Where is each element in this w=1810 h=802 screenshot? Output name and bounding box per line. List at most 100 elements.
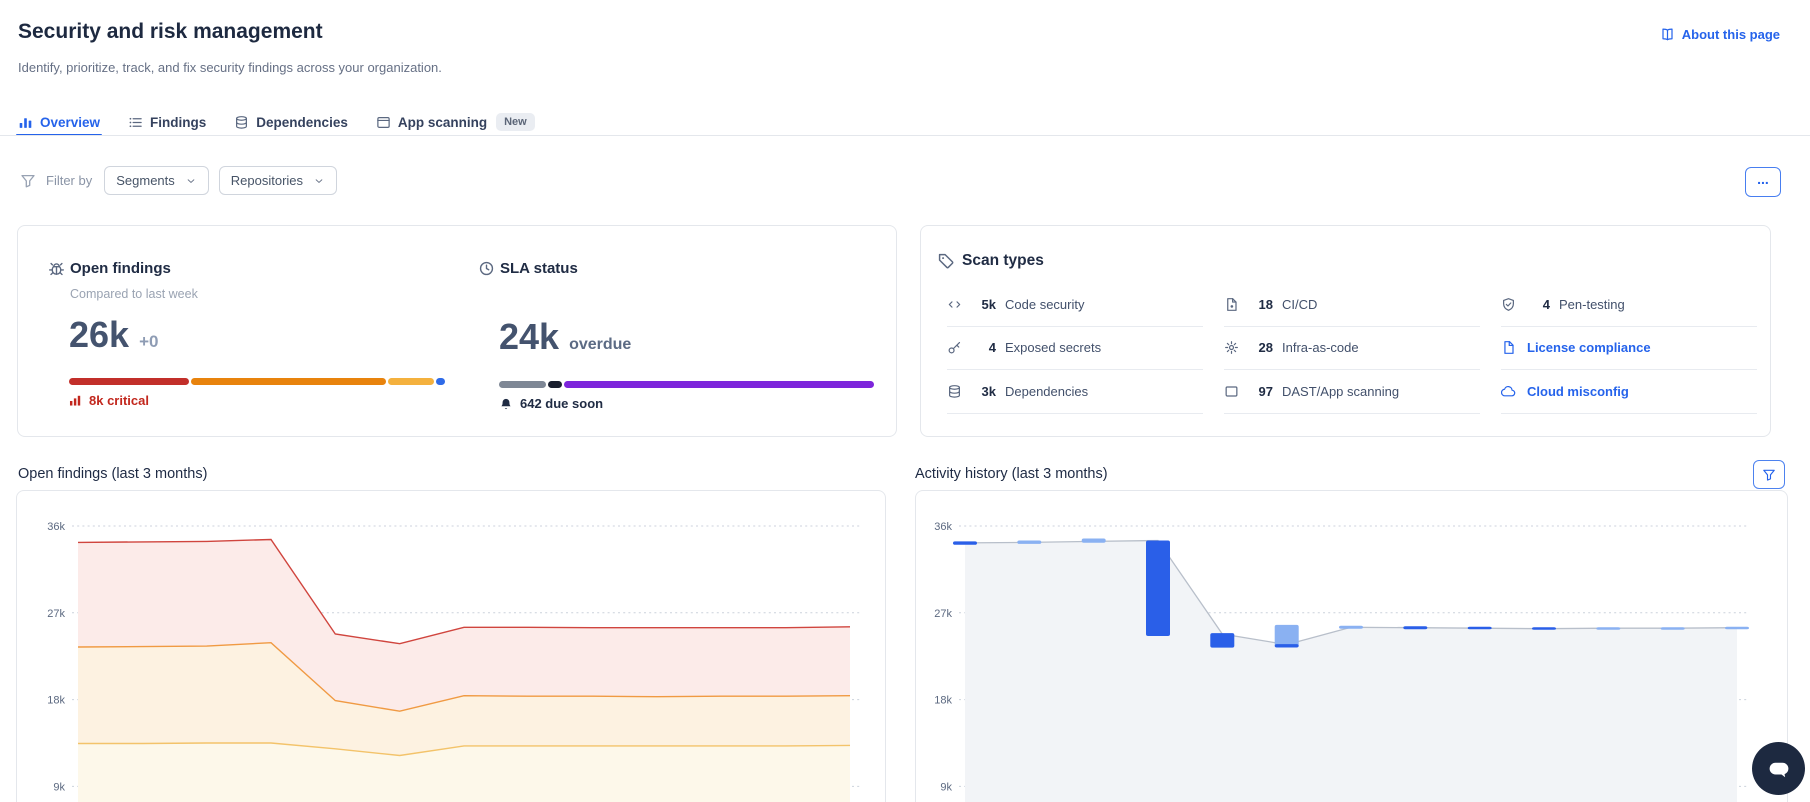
doc-icon xyxy=(1501,340,1516,355)
severity-bar xyxy=(69,378,445,385)
about-this-page-link[interactable]: About this page xyxy=(1660,27,1780,42)
tab-dependencies[interactable]: Dependencies xyxy=(234,108,348,136)
scan-type-dependencies: 3k Dependencies xyxy=(947,370,1203,414)
filter-by-label: Filter by xyxy=(46,173,93,188)
chat-widget-button[interactable] xyxy=(1752,742,1805,795)
tab-overview[interactable]: Overview xyxy=(15,108,103,136)
chat-bubble-icon xyxy=(1769,762,1788,777)
scan-type-cloud-misconfig[interactable]: Cloud misconfig xyxy=(1501,370,1757,414)
critical-label: 8k critical xyxy=(89,393,149,408)
tag-icon xyxy=(937,252,955,270)
repositories-dropdown[interactable]: Repositories xyxy=(218,166,338,195)
tab-app-scanning[interactable]: App scanning New xyxy=(376,108,535,136)
scan-type-exposed-secrets: 4 Exposed secrets xyxy=(947,327,1203,370)
svg-text:27k: 27k xyxy=(934,608,952,620)
activity-history-chart: 36k 27k 18k 9k xyxy=(934,521,1749,802)
scan-type-count: 28 xyxy=(1258,340,1273,356)
scan-types-grid: 5k Code security 4 Exposed secrets 3k Depende… xyxy=(947,283,1757,414)
open-findings-title: Open findings xyxy=(70,260,171,277)
repositories-dropdown-value: Repositories xyxy=(230,173,304,188)
cloud-icon xyxy=(1501,384,1516,399)
svg-text:9k: 9k xyxy=(940,781,952,793)
svg-text:36k: 36k xyxy=(47,521,65,533)
scan-type-count: 4 xyxy=(1542,296,1550,312)
tab-label: Overview xyxy=(40,114,101,130)
scan-type-count: 5k xyxy=(981,296,996,312)
bar-chart-icon xyxy=(18,115,33,130)
scan-types-card: Scan types 5k Code security 4 Exposed secre… xyxy=(920,225,1771,437)
bar-segment-medium xyxy=(388,378,434,385)
bell-icon xyxy=(499,397,513,411)
bug-icon xyxy=(48,260,65,277)
tabs-divider xyxy=(0,135,1810,136)
key-icon xyxy=(947,340,962,355)
window-icon xyxy=(1224,384,1239,399)
open-findings-section: Open findings Compared to last week 26k … xyxy=(48,260,445,408)
open-findings-chart-card: 36k 27k 18k 9k xyxy=(16,490,886,802)
critical-count: 8k critical xyxy=(69,393,445,408)
scan-type-label: CI/CD xyxy=(1282,296,1318,312)
book-icon xyxy=(1660,27,1675,42)
scan-type-license-compliance[interactable]: License compliance xyxy=(1501,327,1757,370)
svg-text:18k: 18k xyxy=(47,695,65,707)
chevron-down-icon xyxy=(185,175,197,187)
chart-filter-button[interactable] xyxy=(1753,460,1785,489)
scan-type-count: 4 xyxy=(988,340,996,356)
open-findings-subtitle: Compared to last week xyxy=(70,287,198,301)
browser-icon xyxy=(376,115,391,130)
segments-dropdown[interactable]: Segments xyxy=(104,166,209,195)
activity-history-chart-card: 36k 27k 18k 9k xyxy=(915,490,1788,802)
due-soon-label: 642 due soon xyxy=(520,396,604,411)
bar-segment-overdue xyxy=(564,381,874,388)
scan-type-count: 3k xyxy=(981,383,996,399)
page-subtitle: Identify, prioritize, track, and fix sec… xyxy=(18,60,442,75)
bar-segment-low xyxy=(436,378,445,385)
open-findings-delta: +0 xyxy=(139,332,159,351)
scan-type-label: Cloud misconfig xyxy=(1527,383,1629,399)
layers-icon xyxy=(947,384,962,399)
sla-overdue-value: 24k xyxy=(499,316,560,357)
sla-status-title: SLA status xyxy=(500,260,578,277)
filter-bar: Filter by Segments Repositories xyxy=(20,166,338,195)
segments-dropdown-value: Segments xyxy=(116,173,175,188)
clock-icon xyxy=(478,260,495,277)
scan-type-label: License compliance xyxy=(1527,340,1651,356)
scan-type-label: DAST/App scanning xyxy=(1282,383,1400,399)
more-options-button[interactable]: ... xyxy=(1745,167,1781,197)
gear-icon xyxy=(1224,340,1239,355)
sla-overdue-suffix: overdue xyxy=(569,336,632,353)
funnel-icon xyxy=(1762,468,1776,482)
scan-type-label: Code security xyxy=(1005,296,1085,312)
scan-types-title: Scan types xyxy=(962,252,1044,269)
svg-text:9k: 9k xyxy=(53,781,65,793)
tab-bar: Overview Findings Dependencies App scanning… xyxy=(15,108,535,136)
due-soon-count: 642 due soon xyxy=(499,396,875,411)
scan-type-label: Pen-testing xyxy=(1559,296,1625,312)
svg-text:36k: 36k xyxy=(934,521,952,533)
shield-check-icon xyxy=(1501,297,1516,312)
tab-findings[interactable]: Findings xyxy=(128,108,206,136)
scan-type-label: Exposed secrets xyxy=(1005,340,1102,356)
scan-type-dast-app-scanning: 97 DAST/App scanning xyxy=(1224,370,1480,414)
code-icon xyxy=(947,297,962,312)
open-findings-chart-title: Open findings (last 3 months) xyxy=(18,466,208,482)
scan-type-code-security: 5k Code security xyxy=(947,283,1203,327)
scan-type-pen-testing: 4 Pen-testing xyxy=(1501,283,1757,327)
bar-segment-other xyxy=(548,381,562,388)
open-findings-value: 26k xyxy=(69,314,130,355)
tab-label: App scanning xyxy=(397,114,488,130)
scan-type-label: Infra-as-code xyxy=(1282,340,1359,356)
sla-status-section: SLA status 24k overdue 642 due soon xyxy=(478,260,875,411)
scan-type-label: Dependencies xyxy=(1005,383,1089,399)
bar-segment-high xyxy=(191,378,386,385)
file-check-icon xyxy=(1224,297,1239,312)
layers-icon xyxy=(234,115,249,130)
scan-type-count: 18 xyxy=(1258,296,1273,312)
tab-label: Dependencies xyxy=(256,114,348,130)
scan-type-ci-cd: 18 CI/CD xyxy=(1224,283,1480,327)
page-title: Security and risk management xyxy=(18,20,323,43)
activity-history-chart-title: Activity history (last 3 months) xyxy=(915,466,1108,482)
summary-card: Open findings Compared to last week 26k … xyxy=(17,225,897,437)
bar-segment-critical xyxy=(69,378,189,385)
svg-text:27k: 27k xyxy=(47,608,65,620)
